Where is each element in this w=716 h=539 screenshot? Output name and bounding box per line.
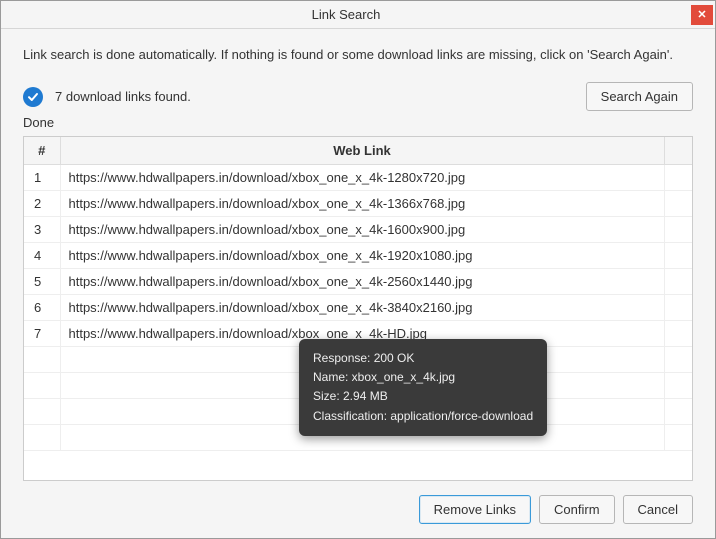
status-row: 7 download links found. Search Again bbox=[23, 82, 693, 111]
status-text: 7 download links found. bbox=[55, 89, 191, 104]
table-row[interactable]: 6https://www.hdwallpapers.in/download/xb… bbox=[24, 295, 692, 321]
titlebar: Link Search ✕ bbox=[1, 1, 715, 29]
done-label: Done bbox=[23, 115, 693, 130]
table-row[interactable]: 5https://www.hdwallpapers.in/download/xb… bbox=[24, 269, 692, 295]
search-again-button[interactable]: Search Again bbox=[586, 82, 693, 111]
row-url: https://www.hdwallpapers.in/download/xbo… bbox=[60, 165, 664, 191]
row-url: https://www.hdwallpapers.in/download/xbo… bbox=[60, 243, 664, 269]
window-title: Link Search bbox=[1, 7, 691, 22]
row-url: https://www.hdwallpapers.in/download/xbo… bbox=[60, 217, 664, 243]
remove-links-button[interactable]: Remove Links bbox=[419, 495, 531, 524]
content-area: Link search is done automatically. If no… bbox=[1, 29, 715, 538]
close-icon: ✕ bbox=[697, 8, 706, 21]
footer-buttons: Remove Links Confirm Cancel bbox=[23, 481, 693, 524]
row-number: 4 bbox=[24, 243, 60, 269]
table-row-empty bbox=[24, 425, 692, 451]
table-row-empty bbox=[24, 399, 692, 425]
table-row[interactable]: 7https://www.hdwallpapers.in/download/xb… bbox=[24, 321, 692, 347]
table-row[interactable]: 4https://www.hdwallpapers.in/download/xb… bbox=[24, 243, 692, 269]
row-number: 3 bbox=[24, 217, 60, 243]
row-number: 5 bbox=[24, 269, 60, 295]
close-button[interactable]: ✕ bbox=[691, 5, 713, 25]
col-header-number[interactable]: # bbox=[24, 137, 60, 165]
links-table-wrap: # Web Link 1https://www.hdwallpapers.in/… bbox=[23, 136, 693, 481]
table-row-empty bbox=[24, 373, 692, 399]
table-row-empty bbox=[24, 347, 692, 373]
row-url: https://www.hdwallpapers.in/download/xbo… bbox=[60, 295, 664, 321]
row-url: https://www.hdwallpapers.in/download/xbo… bbox=[60, 191, 664, 217]
table-row[interactable]: 2https://www.hdwallpapers.in/download/xb… bbox=[24, 191, 692, 217]
link-search-window: Link Search ✕ Link search is done automa… bbox=[0, 0, 716, 539]
table-row[interactable]: 3https://www.hdwallpapers.in/download/xb… bbox=[24, 217, 692, 243]
row-url: https://www.hdwallpapers.in/download/xbo… bbox=[60, 269, 664, 295]
row-number: 7 bbox=[24, 321, 60, 347]
row-number: 2 bbox=[24, 191, 60, 217]
table-row[interactable]: 1https://www.hdwallpapers.in/download/xb… bbox=[24, 165, 692, 191]
row-url: https://www.hdwallpapers.in/download/xbo… bbox=[60, 321, 664, 347]
links-table: # Web Link 1https://www.hdwallpapers.in/… bbox=[24, 137, 692, 451]
row-number: 6 bbox=[24, 295, 60, 321]
col-header-weblink[interactable]: Web Link bbox=[60, 137, 664, 165]
status-left: 7 download links found. bbox=[23, 87, 586, 107]
check-icon bbox=[23, 87, 43, 107]
confirm-button[interactable]: Confirm bbox=[539, 495, 615, 524]
row-number: 1 bbox=[24, 165, 60, 191]
col-header-spacer bbox=[664, 137, 692, 165]
links-table-body: 1https://www.hdwallpapers.in/download/xb… bbox=[24, 165, 692, 451]
instruction-text: Link search is done automatically. If no… bbox=[23, 47, 693, 62]
cancel-button[interactable]: Cancel bbox=[623, 495, 693, 524]
